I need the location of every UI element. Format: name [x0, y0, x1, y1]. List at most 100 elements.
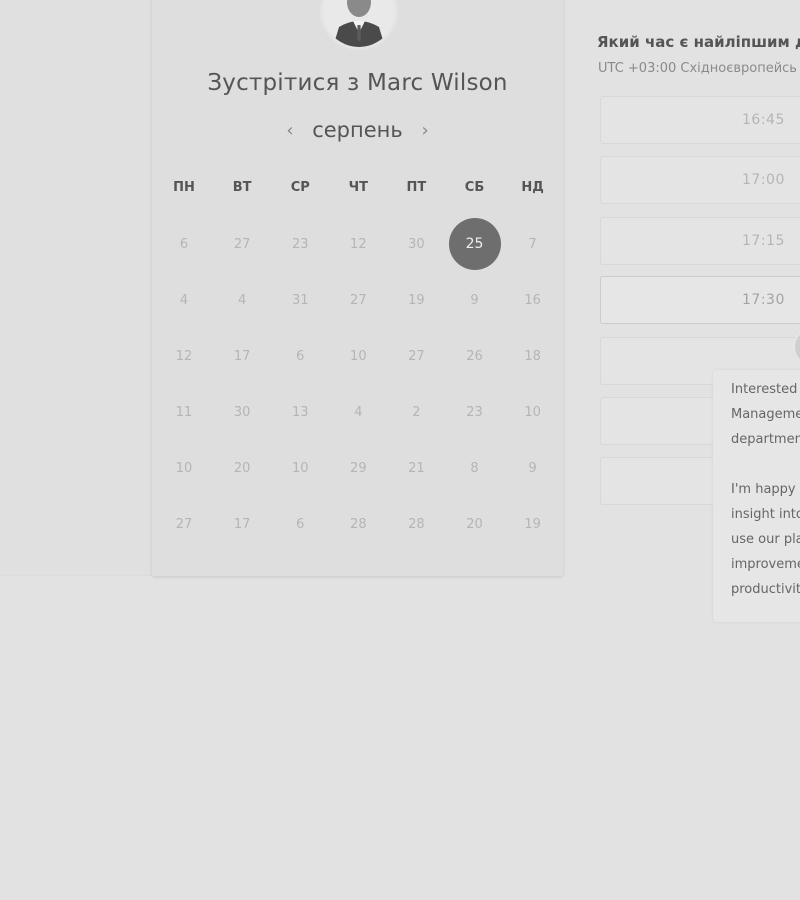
day-number: 28	[408, 516, 425, 532]
scheduler-page: Зустрітися з Marc Wilson ‹ серпень › ПН …	[0, 0, 800, 900]
calendar-day[interactable]: 10	[329, 328, 387, 384]
time-slot[interactable]: 17:00	[600, 156, 800, 204]
calendar-day[interactable]: 17	[213, 328, 271, 384]
calendar-day[interactable]: 17	[213, 496, 271, 552]
calendar-day[interactable]: 11	[155, 384, 213, 440]
day-number: 16	[524, 292, 541, 308]
calendar-day[interactable]: 10	[504, 384, 562, 440]
weekday-label: ПН	[173, 180, 195, 195]
day-number: 9	[528, 460, 537, 476]
calendar-day[interactable]: 23	[271, 216, 329, 272]
calendar-day[interactable]: 21	[387, 440, 445, 496]
calendar-day[interactable]: 30	[387, 216, 445, 272]
time-slot-label: 17:30	[742, 292, 785, 308]
day-number: 20	[233, 460, 251, 476]
calendar-day[interactable]: 10	[155, 440, 213, 496]
time-slot[interactable]: 17:15	[600, 217, 800, 265]
calendar-day[interactable]: 10	[271, 440, 329, 496]
day-number: 27	[408, 348, 425, 364]
time-slot[interactable]: 17:30	[600, 276, 800, 324]
next-month-button[interactable]: ›	[409, 120, 440, 141]
calendar-day[interactable]: 23	[445, 384, 503, 440]
calendar-day[interactable]: 13	[271, 384, 329, 440]
calendar-day[interactable]: 26	[445, 328, 503, 384]
day-number: 27	[350, 292, 367, 308]
calendar-day[interactable]: 16	[504, 272, 562, 328]
time-slot-label: 17:15	[742, 233, 785, 249]
calendar-week: 27 17 6 28 28 20 19	[155, 496, 562, 552]
calendar-week: 12 17 6 10 27 26 18	[155, 328, 562, 384]
day-number: 23	[291, 236, 309, 252]
day-number: 27	[233, 236, 251, 252]
day-number: 9	[470, 292, 479, 308]
weekday-label: ПТ	[406, 180, 427, 195]
weekday-label: НД	[521, 180, 544, 195]
day-number: 21	[408, 460, 425, 476]
calendar-day[interactable]: 27	[155, 496, 213, 552]
calendar-day[interactable]: 28	[329, 496, 387, 552]
weekday-header: ПН ВТ СР ЧТ ПТ СБ НД	[155, 180, 562, 195]
chat-text-line: improveme	[731, 557, 800, 572]
day-number: 10	[524, 404, 541, 420]
day-number: 2	[412, 404, 421, 420]
calendar-day[interactable]: 19	[504, 496, 562, 552]
prev-month-button[interactable]: ‹	[274, 120, 305, 141]
calendar-day[interactable]: 6	[155, 216, 213, 272]
page-title: Зустрітися з Marc Wilson	[207, 70, 508, 96]
day-number: 17	[233, 516, 251, 532]
calendar-day[interactable]: 27	[387, 328, 445, 384]
calendar-day[interactable]: 12	[329, 216, 387, 272]
timezone-selector[interactable]: UTC +03:00 Східноєвропейсь	[598, 61, 797, 76]
time-question-heading: Який час є найліпшим дл	[597, 33, 800, 51]
day-number: 7	[528, 236, 537, 252]
calendar-day[interactable]: 29	[329, 440, 387, 496]
day-number: 12	[175, 348, 193, 364]
weekday-label: СР	[290, 180, 310, 195]
day-number: 8	[470, 460, 479, 476]
day-number: 20	[466, 516, 483, 532]
chat-text-line: Manageme	[731, 407, 800, 422]
calendar-day[interactable]: 30	[213, 384, 271, 440]
day-number: 27	[175, 516, 193, 532]
calendar-day[interactable]: 4	[329, 384, 387, 440]
day-number: 23	[466, 404, 483, 420]
day-number: 26	[466, 348, 483, 364]
calendar-day[interactable]: 20	[445, 496, 503, 552]
calendar-day[interactable]: 31	[271, 272, 329, 328]
day-number: 29	[350, 460, 367, 476]
day-number: 6	[296, 516, 305, 532]
day-number: 4	[238, 292, 247, 308]
chat-text-line: departmen	[731, 432, 800, 447]
calendar-day[interactable]: 19	[387, 272, 445, 328]
time-slot-label: 16:45	[742, 112, 785, 128]
calendar-day[interactable]: 6	[271, 328, 329, 384]
day-number: 4	[354, 404, 363, 420]
day-number: 31	[291, 292, 309, 308]
calendar-day[interactable]: 18	[504, 328, 562, 384]
calendar-day[interactable]: 2	[387, 384, 445, 440]
calendar-day[interactable]: 20	[213, 440, 271, 496]
calendar-day[interactable]: 27	[329, 272, 387, 328]
weekday-label: ЧТ	[348, 180, 369, 195]
selected-day[interactable]: 25	[445, 216, 503, 272]
calendar-day[interactable]: 27	[213, 216, 271, 272]
calendar-day[interactable]: 7	[504, 216, 562, 272]
time-slot-label: 17:00	[742, 172, 785, 188]
day-number: 6	[296, 348, 305, 364]
calendar-day[interactable]: 4	[155, 272, 213, 328]
calendar-day[interactable]: 28	[387, 496, 445, 552]
day-number: 18	[524, 348, 541, 364]
chat-text-line: insight into	[731, 507, 800, 522]
calendar-day[interactable]: 4	[213, 272, 271, 328]
calendar-day[interactable]: 12	[155, 328, 213, 384]
calendar-day[interactable]: 9	[504, 440, 562, 496]
calendar-day[interactable]: 8	[445, 440, 503, 496]
weekday-label: ВТ	[232, 180, 252, 195]
calendar-week: 11 30 13 4 2 23 10	[155, 384, 562, 440]
day-number: 13	[291, 404, 309, 420]
day-number: 11	[175, 404, 193, 420]
calendar-day[interactable]: 6	[271, 496, 329, 552]
time-slot[interactable]: 16:45	[600, 96, 800, 144]
calendar-day[interactable]: 9	[445, 272, 503, 328]
day-number: 12	[350, 236, 367, 252]
